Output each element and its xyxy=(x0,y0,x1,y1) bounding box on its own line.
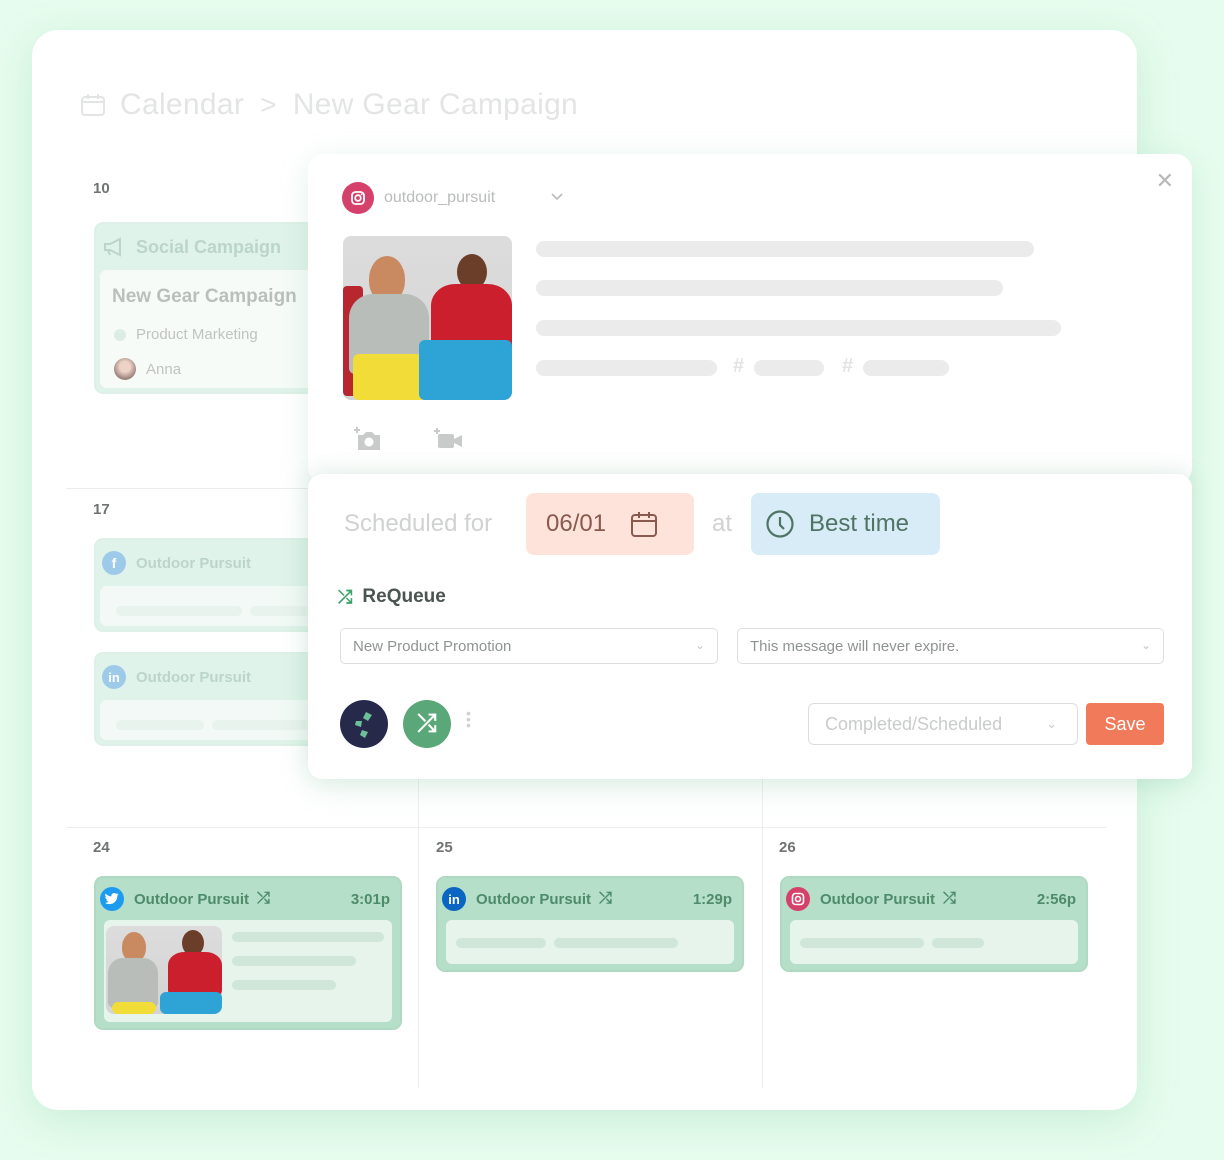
expiration-value: This message will never expire. xyxy=(750,637,960,655)
post-image xyxy=(106,926,222,1014)
hashtag-placeholder xyxy=(863,360,949,376)
account-handle: outdoor_pursuit xyxy=(384,189,496,206)
breadcrumb-root[interactable]: Calendar xyxy=(120,88,244,122)
campaign-owner: Anna xyxy=(114,358,181,380)
content-placeholder xyxy=(116,606,242,616)
post-card[interactable]: Outdoor Pursuit ⤮ 3:01p xyxy=(94,876,402,1030)
avatar xyxy=(114,358,136,380)
hashtag-symbol: # xyxy=(842,355,854,377)
post-time: 2:56p xyxy=(1036,890,1076,908)
brand-button[interactable] xyxy=(340,700,388,748)
requeue-category-select[interactable]: New Product Promotion ⌄ xyxy=(340,628,718,664)
save-button[interactable]: Save xyxy=(1086,703,1164,745)
shuffle-icon: ⤮ xyxy=(257,890,270,907)
owner-name: Anna xyxy=(146,360,182,378)
time-picker[interactable]: Best time xyxy=(751,493,940,555)
content-placeholder xyxy=(456,938,546,948)
linkedin-icon: in xyxy=(102,665,126,689)
requeue-category-value: New Product Promotion xyxy=(353,637,512,655)
status-select[interactable]: Completed/Scheduled ⌄ xyxy=(808,703,1078,745)
shuffle-icon: ⤮ xyxy=(417,710,437,737)
caption-placeholder xyxy=(536,241,1034,257)
shuffle-icon: ⤮ xyxy=(943,890,956,907)
chevron-down-icon: ⌄ xyxy=(1046,716,1057,731)
content-placeholder xyxy=(800,938,924,948)
add-photo-icon[interactable] xyxy=(352,426,384,452)
campaign-title: New Gear Campaign xyxy=(112,286,297,307)
content-placeholder xyxy=(232,980,336,990)
requeue-heading: ⤮ ReQueue xyxy=(338,586,446,608)
post-account: Outdoor Pursuit xyxy=(136,668,251,686)
expiration-select[interactable]: This message will never expire. ⌄ xyxy=(737,628,1164,664)
chevron-down-icon: ⌄ xyxy=(694,638,705,652)
add-video-icon[interactable] xyxy=(432,427,464,451)
linkedin-icon: in xyxy=(442,887,466,911)
day-divider xyxy=(418,770,419,1088)
at-label: at xyxy=(712,510,733,537)
week-divider xyxy=(66,827,1106,828)
day-number: 17 xyxy=(93,501,110,518)
chevron-right-icon: > xyxy=(260,89,277,120)
more-vertical-icon[interactable]: • • • xyxy=(466,706,471,732)
instagram-icon xyxy=(786,887,810,911)
account-selector[interactable]: outdoor_pursuit xyxy=(342,182,495,214)
post-account: Outdoor Pursuit xyxy=(134,890,249,908)
breadcrumb: Calendar > New Gear Campaign xyxy=(80,88,578,122)
content-placeholder xyxy=(232,932,384,942)
scheduled-date: 06/01 xyxy=(546,510,607,537)
close-icon[interactable]: ✕ xyxy=(1156,168,1174,194)
hashtag-placeholder xyxy=(754,360,824,376)
date-picker[interactable]: 06/01 xyxy=(526,493,694,555)
caption-placeholder xyxy=(536,280,1003,296)
scheduled-for-label: Scheduled for xyxy=(344,510,493,537)
content-placeholder xyxy=(116,720,204,730)
day-divider xyxy=(762,770,763,1088)
post-composer: outdoor_pursuit ✕ # # xyxy=(308,154,1192,484)
campaign-type: Social Campaign xyxy=(136,236,282,257)
content-placeholder xyxy=(554,938,678,948)
shuffle-icon: ⤮ xyxy=(338,586,353,607)
chevron-down-icon: ⌄ xyxy=(1140,638,1151,652)
facebook-icon: f xyxy=(102,551,126,575)
chevron-down-icon[interactable] xyxy=(550,192,564,202)
leaf-icon xyxy=(355,712,372,738)
day-number: 25 xyxy=(436,839,453,856)
content-placeholder xyxy=(250,606,310,616)
breadcrumb-current: New Gear Campaign xyxy=(292,88,579,121)
clock-icon xyxy=(766,510,794,538)
twitter-icon xyxy=(100,887,124,911)
hashtag-symbol: # xyxy=(733,355,745,377)
campaign-tag: Product Marketing xyxy=(114,326,258,343)
post-account: Outdoor Pursuit xyxy=(476,890,591,908)
schedule-panel: Scheduled for 06/01 at Best time ⤮ ReQue… xyxy=(308,474,1192,779)
post-time: 3:01p xyxy=(350,890,390,908)
day-number: 24 xyxy=(93,839,110,856)
post-account: Outdoor Pursuit xyxy=(820,890,935,908)
post-time: 1:29p xyxy=(692,890,732,908)
megaphone-icon xyxy=(104,237,121,257)
caption-placeholder xyxy=(536,320,1061,336)
requeue-button[interactable]: ⤮ xyxy=(403,700,451,748)
post-account: Outdoor Pursuit xyxy=(136,554,251,572)
calendar-icon xyxy=(631,512,658,537)
shuffle-icon: ⤮ xyxy=(599,890,612,907)
requeue-label: ReQueue xyxy=(362,586,446,607)
calendar-icon xyxy=(81,94,105,116)
caption-placeholder xyxy=(536,360,717,376)
content-placeholder xyxy=(212,720,312,730)
post-card[interactable]: in Outdoor Pursuit ⤮ 1:29p xyxy=(436,876,744,972)
post-image xyxy=(343,236,512,400)
scheduled-time: Best time xyxy=(809,510,910,537)
day-number: 10 xyxy=(93,180,110,197)
post-card[interactable]: Outdoor Pursuit ⤮ 2:56p xyxy=(780,876,1088,972)
status-value: Completed/Scheduled xyxy=(825,713,1003,734)
content-placeholder xyxy=(932,938,984,948)
campaign-tag-label: Product Marketing xyxy=(136,326,258,343)
content-placeholder xyxy=(232,956,356,966)
tag-dot xyxy=(114,328,126,341)
instagram-icon xyxy=(342,182,374,214)
day-number: 26 xyxy=(779,839,796,856)
